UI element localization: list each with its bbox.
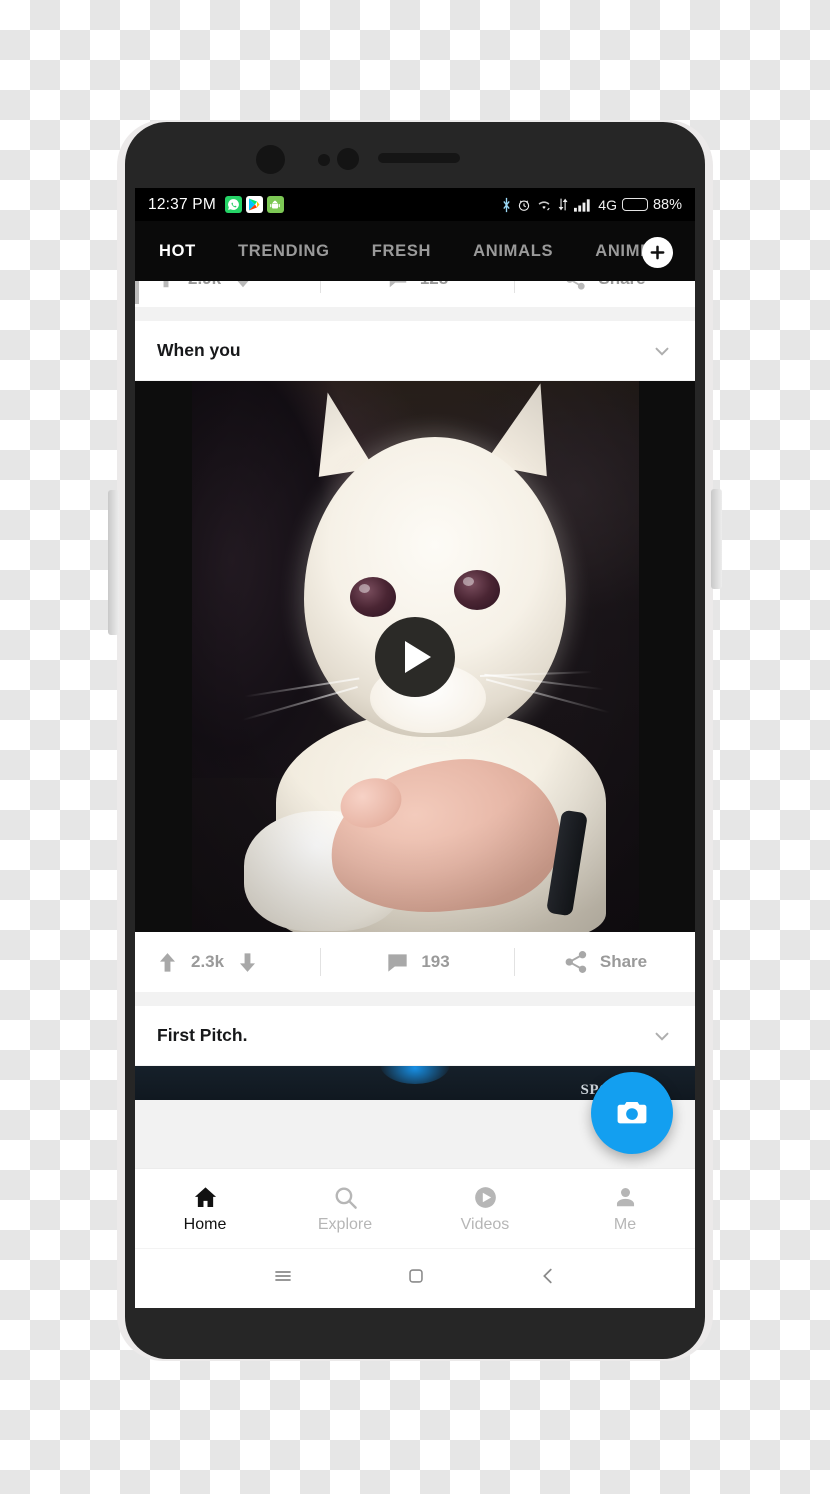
share-icon[interactable] (563, 949, 589, 975)
bluetooth-icon (503, 197, 510, 212)
tab-trending[interactable]: TRENDING (238, 242, 330, 261)
nav-item-me[interactable]: Me (555, 1169, 695, 1248)
status-bar: 12:37 PM 4G 88% (135, 188, 695, 221)
menu-icon[interactable] (271, 1264, 295, 1293)
previous-post-action-row: 2.9k 128 Share (135, 281, 695, 307)
nav-label-explore: Explore (317, 1215, 373, 1233)
video-play-icon (474, 1186, 496, 1208)
feed-scrollbar-thumb[interactable] (135, 281, 139, 304)
comment-icon[interactable] (385, 950, 410, 975)
vote-group[interactable]: 2.3k (135, 950, 320, 975)
post-title: First Pitch. (157, 1025, 248, 1045)
previous-post-comment-group[interactable]: 128 (321, 281, 514, 290)
back-chevron-icon[interactable] (537, 1265, 559, 1292)
post-card[interactable]: When you 2.3k 193 Share (135, 321, 695, 992)
play-store-icon (245, 196, 263, 213)
data-transfer-icon (558, 198, 568, 211)
comment-group[interactable]: 193 (321, 950, 514, 975)
nav-item-videos[interactable]: Videos (415, 1169, 555, 1248)
arrow-down-icon[interactable] (232, 281, 254, 290)
comment-count: 193 (421, 952, 450, 971)
power-button[interactable] (711, 489, 722, 589)
previous-post-comment-count: 128 (420, 281, 448, 289)
post-header[interactable]: First Pitch. (135, 1006, 695, 1066)
category-tab-bar: HOT TRENDING FRESH ANIMALS ANIME (135, 221, 695, 281)
alarm-clock-icon (519, 199, 530, 211)
battery-icon (621, 198, 648, 211)
post-header[interactable]: When you (135, 321, 695, 381)
network-type-label: 4G (598, 196, 617, 213)
post-feed[interactable]: 2.9k 128 Share (135, 281, 695, 1168)
tab-animals[interactable]: ANIMALS (473, 242, 553, 261)
status-clock: 12:37 PM (148, 195, 216, 213)
android-system-nav-bar (135, 1248, 695, 1308)
upvote-count: 2.3k (191, 952, 225, 971)
play-icon[interactable] (375, 616, 455, 697)
arrow-down-icon[interactable] (235, 950, 260, 975)
phone-screen: 12:37 PM 4G 88% HOT TRENDING FRESH ANIMA… (135, 188, 695, 1308)
nav-label-me: Me (613, 1215, 637, 1233)
notification-icon-tray (224, 196, 284, 213)
bottom-navigation-bar: Home Explore Videos Me (135, 1168, 695, 1248)
screenshot-canvas: 12:37 PM 4G 88% HOT TRENDING FRESH ANIMA… (0, 0, 830, 1494)
post-media-video[interactable] (135, 381, 695, 932)
battery-percent-label: 88% (652, 196, 682, 213)
volume-rocker-button[interactable] (108, 490, 119, 635)
camera-icon (617, 1102, 647, 1124)
light-sensor-icon (337, 148, 359, 170)
nav-item-explore[interactable]: Explore (275, 1169, 415, 1248)
person-icon (616, 1187, 634, 1206)
chevron-down-icon[interactable] (651, 340, 673, 362)
previous-post-share-group[interactable]: Share (515, 281, 695, 291)
feed-divider (135, 307, 695, 321)
arrow-up-icon[interactable] (155, 950, 180, 975)
earpiece-speaker (378, 153, 460, 163)
comment-icon[interactable] (387, 281, 409, 290)
home-icon (194, 1186, 216, 1207)
post-title: When you (157, 340, 241, 360)
tab-hot[interactable]: HOT (159, 242, 196, 261)
proximity-sensor-icon (318, 154, 330, 166)
share-icon[interactable] (564, 281, 587, 291)
front-camera-icon (256, 145, 285, 174)
square-icon[interactable] (405, 1265, 427, 1292)
whatsapp-icon (224, 196, 242, 213)
previous-post-share-label: Share (598, 281, 645, 289)
wifi-off-icon (538, 201, 550, 211)
add-tab-button[interactable] (642, 237, 673, 268)
status-bar-right-icons: 4G 88% (501, 197, 682, 213)
camera-fab-button[interactable] (591, 1072, 673, 1154)
signal-bars-icon (574, 198, 590, 212)
previous-post-upvote-count: 2.9k (188, 281, 221, 289)
tab-fresh[interactable]: FRESH (372, 242, 431, 261)
search-icon (335, 1187, 357, 1209)
arrow-up-icon[interactable] (155, 281, 177, 290)
nav-item-home[interactable]: Home (135, 1169, 275, 1248)
nav-label-videos: Videos (460, 1215, 510, 1233)
share-label: Share (599, 952, 648, 971)
feed-divider (135, 992, 695, 1006)
android-app-icon (266, 196, 284, 213)
share-group[interactable]: Share (515, 949, 695, 975)
chevron-down-icon[interactable] (651, 1025, 673, 1047)
post-action-row: 2.3k 193 Share (135, 932, 695, 992)
previous-post-vote-group[interactable]: 2.9k (135, 281, 320, 290)
plus-icon (650, 245, 665, 260)
nav-label-home: Home (183, 1215, 227, 1233)
